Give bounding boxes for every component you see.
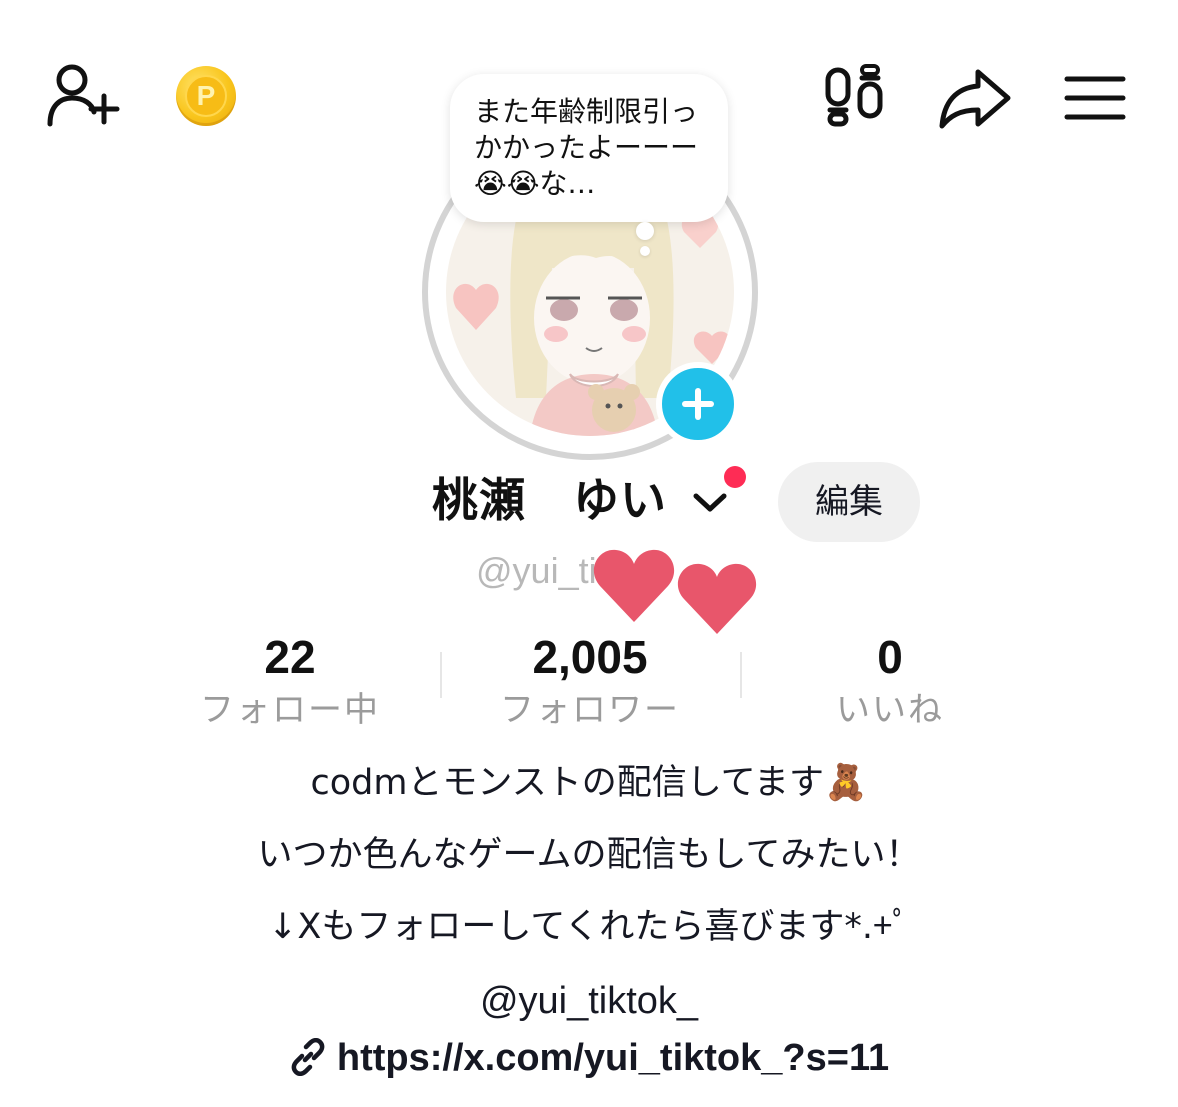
stat-label: フォロー中 bbox=[200, 690, 380, 730]
stat-label: いいね bbox=[836, 690, 944, 730]
status-note-text: また年齢制限引っかかったよーーー😭😭な… bbox=[474, 95, 699, 200]
bio-line: codmとモンストの配信してます🧸 bbox=[310, 763, 868, 803]
stat-value: 2,005 bbox=[532, 631, 648, 683]
bubble-tail-dot bbox=[636, 222, 654, 240]
stat-value: 22 bbox=[264, 631, 316, 683]
p-coin-icon[interactable]: P bbox=[176, 66, 236, 126]
heart-sticker-icon bbox=[676, 560, 758, 636]
stat-value: 0 bbox=[877, 631, 903, 683]
hamburger-menu-icon[interactable] bbox=[1064, 74, 1126, 122]
bio-line: いつか色んなゲームの配信もしてみたい！ bbox=[257, 835, 921, 875]
stat-label: フォロワー bbox=[500, 690, 680, 730]
status-note-bubble[interactable]: また年齢制限引っかかったよーーー😭😭な… bbox=[450, 74, 728, 222]
following-count[interactable]: 22 フォロー中 bbox=[140, 628, 440, 734]
profile-screen: P また年齢制限引っかかったよーーー😭😭な… 桃瀬 ゆい 編集 @yui_tik… bbox=[0, 0, 1178, 1107]
heart-sticker-icon bbox=[592, 546, 676, 624]
bio-mention[interactable]: @yui_tiktok_ bbox=[0, 976, 1178, 1026]
likes-count[interactable]: 0 いいね bbox=[740, 628, 1040, 734]
coin-letter: P bbox=[185, 75, 227, 117]
add-friend-icon[interactable] bbox=[46, 60, 122, 130]
footprints-icon[interactable] bbox=[822, 64, 888, 130]
display-name[interactable]: 桃瀬 ゆい bbox=[432, 468, 667, 532]
add-avatar-plus-icon[interactable] bbox=[656, 362, 740, 446]
followers-count[interactable]: 2,005 フォロワー bbox=[440, 628, 740, 734]
notification-dot bbox=[724, 466, 746, 488]
bubble-tail-dot bbox=[640, 246, 650, 256]
bio-link[interactable]: https://x.com/yui_tiktok_?s=11 bbox=[0, 1030, 1178, 1086]
edit-profile-button[interactable]: 編集 bbox=[778, 462, 920, 542]
bio-link-text[interactable]: https://x.com/yui_tiktok_?s=11 bbox=[337, 1037, 889, 1079]
chevron-down-icon[interactable] bbox=[692, 490, 728, 514]
bio-line: ↓Xもフォローしてくれたら喜びます*.+ﾟ bbox=[268, 907, 910, 947]
share-arrow-icon[interactable] bbox=[938, 68, 1012, 130]
link-icon bbox=[289, 1036, 327, 1077]
